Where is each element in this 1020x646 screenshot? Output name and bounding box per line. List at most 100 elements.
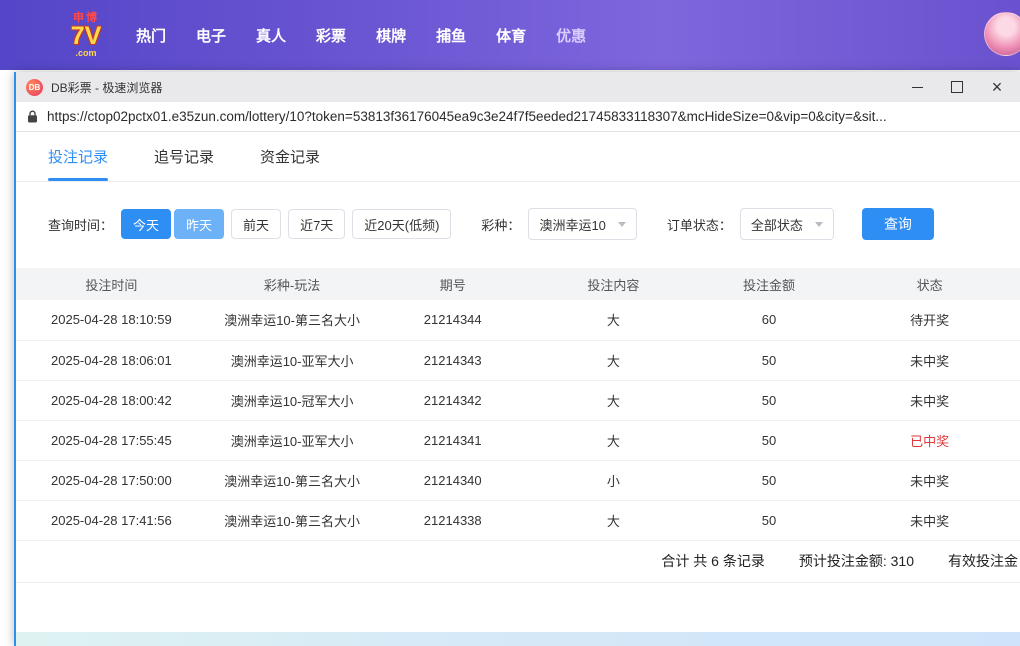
table-row: 2025-04-28 17:50:00 澳洲幸运10-第三名大小 2121434…: [16, 460, 1020, 501]
nav-item-slots[interactable]: 电子: [196, 25, 226, 46]
filter-bar: 查询时间： 今天 昨天 前天 近7天 近20天(低频) 彩种： 澳洲幸运10 订…: [48, 208, 988, 240]
address-bar[interactable]: https://ctop02pctx01.e35zun.com/lottery/…: [16, 102, 1020, 132]
table-row: 2025-04-28 17:41:56 澳洲幸运10-第三名大小 2121433…: [16, 500, 1020, 541]
cell-bet-time: 2025-04-28 17:50:00: [16, 460, 207, 501]
cell-bet-content: 大: [528, 420, 699, 461]
cell-bet-amount: 60: [698, 300, 840, 341]
cell-status: 待开奖: [839, 300, 1020, 341]
close-button[interactable]: ×: [990, 78, 1004, 96]
cell-issue: 21214343: [377, 340, 529, 381]
url-text: https://ctop02pctx01.e35zun.com/lottery/…: [47, 109, 887, 124]
cell-issue: 21214342: [377, 380, 529, 421]
cell-bet-content: 大: [528, 380, 699, 421]
cell-status: 未中奖: [839, 500, 1020, 541]
summary-bar: 合计 共 6 条记录 预计投注金额: 310 有效投注金: [16, 541, 1020, 583]
cell-game-play: 澳洲幸运10-第三名大小: [206, 300, 378, 341]
nav-item-fishing[interactable]: 捕鱼: [436, 25, 466, 46]
cell-status: 已中奖: [839, 420, 1020, 461]
chevron-down-icon: [617, 221, 626, 227]
column-header-status: 状态: [839, 268, 1020, 300]
order-status-select-value: 全部状态: [750, 217, 803, 233]
site-logo[interactable]: 申博 7V .com: [58, 7, 114, 63]
tab-chase-records[interactable]: 追号记录: [154, 132, 214, 181]
top-nav-bar: 申博 7V .com 热门 电子 真人 彩票 棋牌 捕鱼 体育 优惠: [0, 0, 1020, 70]
nav-item-hot[interactable]: 热门: [136, 25, 166, 46]
table-row: 2025-04-28 18:06:01 澳洲幸运10-亚军大小 21214343…: [16, 340, 1020, 381]
summary-expected-amount: 预计投注金额: 310: [798, 553, 914, 569]
cell-status: 未中奖: [839, 380, 1020, 421]
lottery-select-value: 澳洲幸运10: [539, 217, 606, 233]
cell-status: 未中奖: [839, 340, 1020, 381]
cell-game-play: 澳洲幸运10-第三名大小: [206, 500, 378, 541]
lottery-filter-label: 彩种：: [481, 217, 521, 233]
cell-issue: 21214344: [377, 300, 529, 341]
cell-bet-content: 大: [528, 340, 699, 381]
table-row: 2025-04-28 17:55:45 澳洲幸运10-亚军大小 21214341…: [16, 420, 1020, 461]
main-nav: 热门 电子 真人 彩票 棋牌 捕鱼 体育 优惠: [136, 25, 586, 46]
favicon-icon: DB: [26, 78, 43, 96]
cell-game-play: 澳洲幸运10-亚军大小: [206, 420, 378, 461]
page-content: 投注记录 追号记录 资金记录 查询时间： 今天 昨天 前天 近7天 近20天(低…: [16, 132, 1020, 646]
nav-item-sports[interactable]: 体育: [496, 25, 526, 46]
order-status-select[interactable]: 全部状态: [739, 208, 834, 240]
cell-bet-time: 2025-04-28 18:10:59: [16, 300, 207, 341]
window-bottom-edge: [16, 632, 1020, 646]
window-title-bar: DB DB彩票 - 极速浏览器 ×: [16, 72, 1020, 102]
window-title: DB彩票 - 极速浏览器: [51, 80, 163, 95]
site-logo-text-main: 7V: [70, 21, 102, 50]
browser-window: DB DB彩票 - 极速浏览器 × https://ctop02pctx01.e…: [14, 72, 1020, 646]
table-row: 2025-04-28 18:10:59 澳洲幸运10-第三名大小 2121434…: [16, 300, 1020, 341]
summary-total-records: 合计 共 6 条记录: [661, 553, 765, 569]
cell-bet-time: 2025-04-28 18:06:01: [16, 340, 207, 381]
filter-7days-button[interactable]: 近7天: [288, 209, 346, 239]
filter-day-before-button[interactable]: 前天: [231, 209, 282, 239]
nav-item-promos[interactable]: 优惠: [556, 25, 586, 46]
records-table: 投注时间 彩种-玩法 期号 投注内容 投注金额 状态 2025-04-28 18…: [16, 268, 1020, 541]
filter-today-button[interactable]: 今天: [121, 209, 172, 239]
site-logo-text-sub: .com: [75, 47, 97, 58]
column-header-bet-time: 投注时间: [16, 268, 207, 300]
chevron-down-icon: [814, 221, 823, 227]
user-avatar[interactable]: [984, 12, 1020, 56]
cell-bet-amount: 50: [698, 460, 840, 501]
column-header-issue: 期号: [377, 268, 529, 300]
cell-issue: 21214338: [377, 500, 529, 541]
tab-funds-records[interactable]: 资金记录: [260, 132, 320, 181]
nav-item-live[interactable]: 真人: [256, 25, 286, 46]
cell-bet-amount: 50: [698, 380, 840, 421]
filter-yesterday-button[interactable]: 昨天: [174, 209, 225, 239]
nav-item-board-games[interactable]: 棋牌: [376, 25, 406, 46]
time-filter-label: 查询时间：: [48, 217, 114, 233]
cell-bet-content: 大: [528, 300, 699, 341]
table-row: 2025-04-28 18:00:42 澳洲幸运10-冠军大小 21214342…: [16, 380, 1020, 421]
cell-bet-amount: 50: [698, 340, 840, 381]
cell-bet-time: 2025-04-28 17:55:45: [16, 420, 207, 461]
order-status-filter-label: 订单状态：: [666, 217, 732, 233]
tab-bar: 投注记录 追号记录 资金记录: [16, 132, 1020, 182]
cell-bet-time: 2025-04-28 18:00:42: [16, 380, 207, 421]
summary-valid-amount: 有效投注金: [948, 553, 1018, 569]
column-header-game-play: 彩种-玩法: [206, 268, 378, 300]
column-header-bet-content: 投注内容: [528, 268, 699, 300]
cell-bet-content: 大: [528, 500, 699, 541]
lottery-select[interactable]: 澳洲幸运10: [528, 208, 637, 240]
column-header-bet-amount: 投注金额: [698, 268, 840, 300]
cell-game-play: 澳洲幸运10-冠军大小: [206, 380, 378, 421]
minimize-button[interactable]: [910, 80, 924, 94]
cell-bet-time: 2025-04-28 17:41:56: [16, 500, 207, 541]
window-controls: ×: [910, 78, 1010, 96]
cell-game-play: 澳洲幸运10-亚军大小: [206, 340, 378, 381]
tab-bet-records[interactable]: 投注记录: [48, 132, 109, 181]
cell-bet-amount: 50: [698, 420, 840, 461]
cell-issue: 21214340: [377, 460, 529, 501]
cell-bet-content: 小: [528, 460, 699, 501]
filter-20days-button[interactable]: 近20天(低频): [352, 209, 452, 239]
query-button[interactable]: 查询: [861, 208, 934, 240]
cell-status: 未中奖: [839, 460, 1020, 501]
nav-item-lottery[interactable]: 彩票: [316, 25, 346, 46]
maximize-button[interactable]: [950, 80, 964, 94]
lock-icon: [27, 110, 38, 123]
cell-game-play: 澳洲幸运10-第三名大小: [206, 460, 378, 501]
cell-issue: 21214341: [377, 420, 529, 461]
table-header-row: 投注时间 彩种-玩法 期号 投注内容 投注金额 状态: [16, 268, 1020, 300]
